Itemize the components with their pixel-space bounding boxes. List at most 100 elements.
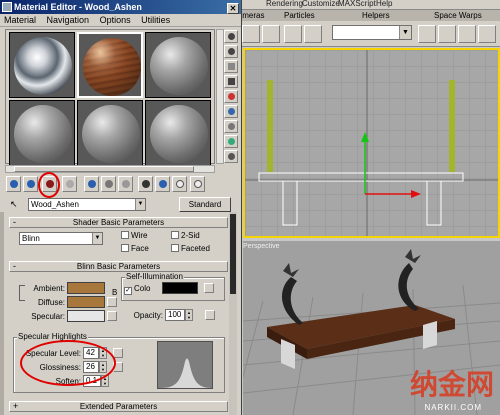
uv-tiling-button[interactable]	[224, 75, 238, 88]
rollout-scrollbar[interactable]	[229, 212, 237, 415]
put-to-scene-button[interactable]	[23, 176, 38, 192]
ambient-color-swatch[interactable]	[67, 282, 105, 294]
two-sided-checkbox[interactable]: 2-Sid	[171, 231, 200, 241]
viewport-label[interactable]: Perspective	[243, 243, 280, 250]
menu-customize[interactable]: Customize	[302, 0, 340, 8]
material-navigator-button[interactable]	[224, 150, 238, 163]
lock-letter: B	[112, 288, 118, 297]
make-preview-button[interactable]	[224, 105, 238, 118]
show-end-result-button[interactable]	[155, 176, 170, 192]
align-button[interactable]	[438, 25, 456, 43]
named-selection-dropdown[interactable]: ▼	[332, 25, 412, 40]
effects-channel-icon	[122, 180, 130, 188]
extended-rollout-header[interactable]: + Extended Parameters	[9, 401, 228, 412]
highlight-curve	[160, 358, 212, 388]
parent-icon	[176, 180, 184, 188]
wire-label: Wire	[131, 231, 148, 240]
shader-rollout-header[interactable]: - Shader Basic Parameters	[9, 217, 228, 228]
shader-type-dropdown[interactable]: Blinn ▼	[19, 232, 103, 245]
sample-slot-1[interactable]	[9, 32, 75, 98]
unique-icon	[88, 180, 96, 188]
opacity-map-button[interactable]	[205, 310, 215, 320]
front-viewport[interactable]	[243, 48, 500, 238]
tab-particles[interactable]: Particles	[284, 11, 315, 20]
go-forward-sibling-button[interactable]	[190, 176, 205, 192]
material-type-button[interactable]: Standard	[179, 197, 231, 212]
close-icon[interactable]: ✕	[227, 3, 239, 14]
sample-slot-2-active[interactable]	[77, 32, 143, 98]
video-color-check-button[interactable]	[224, 90, 238, 103]
menu-utilities[interactable]: Utilities	[141, 15, 170, 25]
specular-map-button[interactable]	[107, 311, 117, 321]
self-illum-color-checkbox[interactable]: ✓ Colo	[124, 284, 150, 295]
render-button[interactable]	[478, 25, 496, 43]
highlight-curve-graph	[157, 341, 213, 389]
faceted-checkbox[interactable]: Faceted	[171, 244, 210, 254]
menu-options[interactable]: Options	[100, 15, 131, 25]
opacity-value: 100	[168, 310, 182, 319]
sample-slot-5[interactable]	[77, 100, 143, 166]
wood-sphere	[83, 38, 141, 96]
mirror-button[interactable]	[418, 25, 436, 43]
sample-slot-4[interactable]	[9, 100, 75, 166]
sample-slot-3[interactable]	[145, 32, 211, 98]
self-illum-map-button[interactable]	[204, 283, 214, 293]
ambient-diffuse-lock[interactable]	[19, 285, 25, 301]
face-map-checkbox[interactable]: Face	[121, 244, 149, 254]
opacity-spinner[interactable]: 100 ▲ ▼	[165, 309, 193, 321]
menu-rendering[interactable]: Rendering	[266, 0, 303, 8]
perspective-viewport[interactable]: Perspective 纳金网 NARKII.COM	[243, 241, 500, 415]
undo-button[interactable]	[242, 25, 260, 43]
two-sided-label: 2-Sid	[181, 231, 200, 240]
show-map-in-viewport-button[interactable]	[138, 176, 153, 192]
menu-help[interactable]: Help	[376, 0, 392, 8]
tab-space-warps[interactable]: Space Warps	[434, 11, 482, 20]
sample-type-button[interactable]	[224, 30, 238, 43]
options-button[interactable]	[224, 120, 238, 133]
background-button[interactable]	[224, 60, 238, 73]
wire-checkbox[interactable]: Wire	[121, 231, 147, 241]
link-button[interactable]	[284, 25, 302, 43]
reset-map-button[interactable]	[62, 176, 77, 192]
plus-icon: +	[13, 401, 19, 411]
video-check-icon	[228, 93, 235, 100]
backlight-button[interactable]	[224, 45, 238, 58]
slots-horizontal-scrollbar[interactable]	[5, 165, 215, 173]
material-name-row: ↖ Wood_Ashen ▼ Standard	[4, 197, 240, 212]
scrollbar-thumb[interactable]	[230, 214, 236, 294]
diffuse-map-button[interactable]	[107, 297, 117, 307]
chevron-down-icon: ▼	[135, 199, 145, 210]
scrollbar-thumb[interactable]	[14, 166, 194, 172]
sibling-icon	[194, 180, 202, 188]
select-by-material-button[interactable]	[224, 135, 238, 148]
diffuse-color-swatch[interactable]	[67, 296, 105, 308]
unlink-button[interactable]	[304, 25, 322, 43]
material-editor-button[interactable]	[458, 25, 476, 43]
preview-icon	[228, 108, 235, 115]
annotation-circle-assign	[38, 172, 60, 198]
tab-helpers[interactable]: Helpers	[362, 11, 390, 20]
watermark-url: NARKII.COM	[424, 403, 482, 412]
material-name-field[interactable]: Wood_Ashen ▼	[28, 198, 146, 211]
sphere-icon	[228, 33, 235, 40]
put-to-library-button[interactable]	[101, 176, 116, 192]
menu-navigation[interactable]: Navigation	[47, 15, 90, 25]
self-illum-color-swatch[interactable]	[162, 282, 198, 294]
specular-color-swatch[interactable]	[67, 310, 105, 322]
redo-button[interactable]	[262, 25, 280, 43]
end-result-icon	[159, 180, 167, 188]
spinner-arrows-icon[interactable]: ▲ ▼	[185, 309, 193, 321]
menu-maxscript[interactable]: MAXScript	[338, 0, 376, 8]
get-material-button[interactable]	[6, 176, 21, 192]
material-editor-titlebar[interactable]: Material Editor - Wood_Ashen ✕	[0, 0, 241, 14]
chevron-down-icon: ▼	[92, 233, 102, 244]
blinn-rollout-header[interactable]: - Blinn Basic Parameters	[9, 261, 228, 272]
go-to-parent-button[interactable]	[172, 176, 187, 192]
eyedropper-icon[interactable]: ↖	[10, 199, 24, 210]
material-effects-channel-button[interactable]	[118, 176, 133, 192]
sample-slot-6[interactable]	[145, 100, 211, 166]
menu-material[interactable]: Material	[4, 15, 36, 25]
make-unique-button[interactable]	[84, 176, 99, 192]
front-viewport-grid	[245, 50, 498, 236]
slots-vertical-scrollbar[interactable]	[216, 29, 224, 164]
